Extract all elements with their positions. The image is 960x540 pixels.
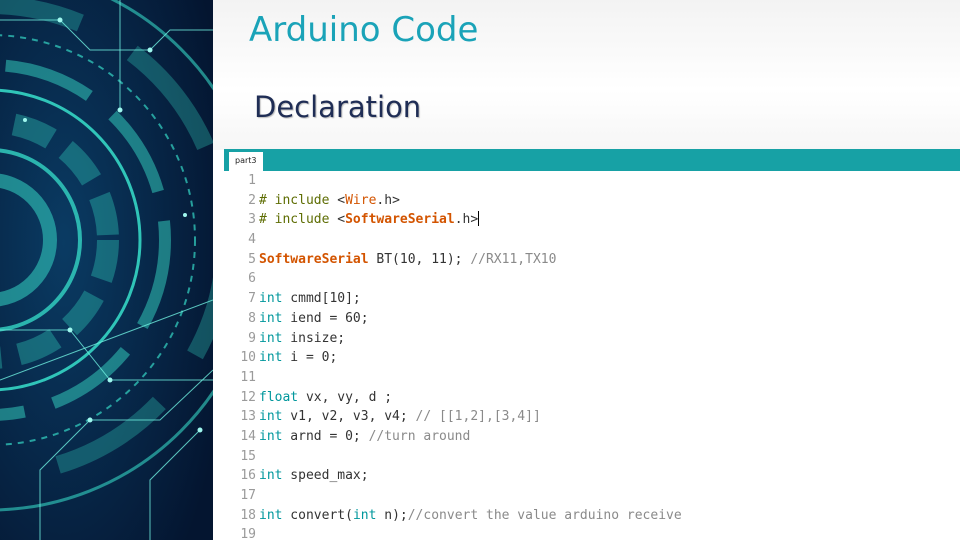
line-number: 13 bbox=[240, 409, 256, 425]
line-number: 6 bbox=[248, 271, 256, 287]
code-token: v1, v2, v3, v4; bbox=[282, 409, 416, 425]
code-token: insize; bbox=[282, 330, 346, 346]
code-token: //turn around bbox=[368, 428, 471, 444]
code-line: 18 int convert(int n);//convert the value… bbox=[224, 506, 960, 526]
code-token: int bbox=[352, 507, 377, 523]
line-number: 2 bbox=[248, 192, 256, 208]
code-token: int bbox=[259, 409, 283, 425]
code-token: //convert the value arduino receive bbox=[407, 507, 682, 523]
slide-subtitle: Declaration bbox=[254, 90, 422, 124]
code-line: 13 int v1, v2, v3, v4; // [[1,2],[3,4]] bbox=[224, 407, 960, 427]
code-token: arnd = 0; bbox=[282, 428, 369, 444]
code-text: int cmmd[10]; bbox=[259, 289, 361, 309]
line-number: 3 bbox=[248, 212, 256, 228]
line-number: 19 bbox=[240, 527, 256, 540]
code-token: int bbox=[259, 468, 283, 484]
code-line: 10 int i = 0; bbox=[224, 348, 960, 368]
code-token: # include bbox=[259, 212, 338, 228]
code-token: int bbox=[259, 291, 283, 307]
code-token: SoftwareSerial bbox=[259, 251, 369, 267]
code-line: 3 # include <SoftwareSerial.h> bbox=[224, 210, 960, 230]
code-text: int i = 0; bbox=[259, 348, 337, 368]
code-token: .h> bbox=[376, 192, 400, 208]
line-number: 9 bbox=[248, 330, 256, 346]
code-line: 9 int insize; bbox=[224, 329, 960, 349]
line-number: 15 bbox=[240, 448, 256, 464]
code-token: int bbox=[259, 428, 283, 444]
code-line: 7 int cmmd[10]; bbox=[224, 289, 960, 309]
code-line: 15 bbox=[224, 447, 960, 467]
code-token: SoftwareSerial bbox=[345, 212, 455, 228]
slide-title: Arduino Code bbox=[249, 10, 479, 50]
code-line: 16 int speed_max; bbox=[224, 466, 960, 486]
editor-tab-bar: part3 bbox=[224, 149, 960, 171]
code-line: 1 bbox=[224, 171, 960, 191]
code-token: cmmd[10]; bbox=[282, 291, 361, 307]
line-number: 8 bbox=[248, 310, 256, 326]
code-text: int iend = 60; bbox=[259, 309, 369, 329]
code-token: int bbox=[259, 350, 283, 366]
code-line: 11 bbox=[224, 368, 960, 388]
circuit-rings-illustration bbox=[0, 0, 213, 540]
code-token: int bbox=[259, 507, 283, 523]
code-line: 12 float vx, vy, d ; bbox=[224, 388, 960, 408]
line-number: 17 bbox=[240, 488, 256, 503]
code-text: # include <Wire.h> bbox=[259, 191, 400, 211]
line-number: 12 bbox=[240, 389, 256, 405]
code-token: # include bbox=[259, 192, 338, 208]
code-line: 8 int iend = 60; bbox=[224, 309, 960, 329]
code-editor: part3 1 2 # include <Wire.h> 3 # include <So… bbox=[224, 149, 960, 540]
code-area[interactable]: 1 2 # include <Wire.h> 3 # include <Software… bbox=[224, 171, 960, 540]
code-line: 14 int arnd = 0; //turn around bbox=[224, 427, 960, 447]
line-number: 7 bbox=[248, 291, 256, 307]
line-number: 1 bbox=[248, 173, 256, 188]
code-token: iend = 60; bbox=[282, 310, 369, 326]
code-token: convert( bbox=[282, 507, 353, 523]
code-text: float vx, vy, d ; bbox=[259, 388, 392, 408]
line-number: 14 bbox=[240, 428, 256, 444]
code-text: int v1, v2, v3, v4; // [[1,2],[3,4]] bbox=[259, 407, 541, 427]
code-text: # include <SoftwareSerial.h> bbox=[259, 210, 480, 230]
code-token: n); bbox=[376, 507, 408, 523]
code-text: SoftwareSerial BT(10, 11); //RX11,TX10 bbox=[259, 250, 556, 270]
line-number: 16 bbox=[240, 468, 256, 484]
line-number: 11 bbox=[240, 369, 256, 385]
code-token: int bbox=[259, 330, 283, 346]
code-token: // [[1,2],[3,4]] bbox=[415, 409, 541, 425]
line-number: 5 bbox=[248, 251, 256, 267]
code-token: < bbox=[337, 212, 346, 228]
tab-part3[interactable]: part3 bbox=[229, 152, 263, 171]
decorative-tech-background bbox=[0, 0, 213, 540]
code-token: int bbox=[259, 310, 283, 326]
code-token: .h> bbox=[454, 212, 479, 228]
text-cursor bbox=[478, 211, 480, 227]
code-token: < bbox=[337, 192, 346, 208]
line-number: 4 bbox=[248, 232, 256, 248]
line-number: 18 bbox=[240, 507, 256, 523]
code-token: vx, vy, d ; bbox=[298, 389, 393, 405]
code-line: 17 bbox=[224, 486, 960, 506]
code-token: BT(10, 11); bbox=[368, 251, 471, 267]
code-text: int speed_max; bbox=[259, 466, 369, 486]
code-token: speed_max; bbox=[282, 468, 369, 484]
code-token: float bbox=[259, 389, 299, 405]
code-line: 19 bbox=[224, 525, 960, 540]
code-token: //RX11,TX10 bbox=[470, 251, 557, 267]
line-number: 10 bbox=[240, 350, 256, 366]
code-text: int arnd = 0; //turn around bbox=[259, 427, 470, 447]
code-token: i = 0; bbox=[282, 350, 338, 366]
code-token: Wire bbox=[345, 192, 377, 208]
code-text: int insize; bbox=[259, 329, 345, 349]
code-line: 2 # include <Wire.h> bbox=[224, 191, 960, 211]
code-line: 5 SoftwareSerial BT(10, 11); //RX11,TX10 bbox=[224, 250, 960, 270]
code-line: 4 bbox=[224, 230, 960, 250]
code-line: 6 bbox=[224, 269, 960, 289]
code-text: int convert(int n);//convert the value a… bbox=[259, 506, 682, 526]
